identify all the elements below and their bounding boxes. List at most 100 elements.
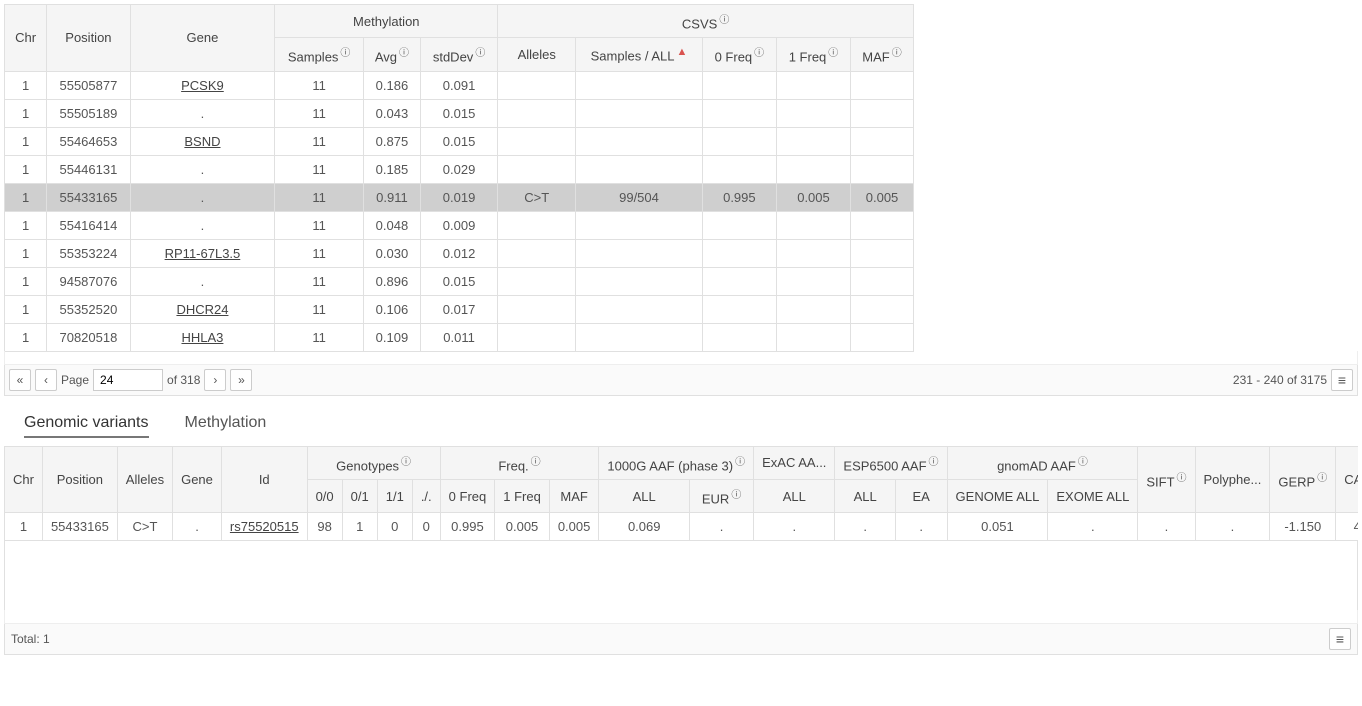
- bcol-gdd[interactable]: ./.: [412, 479, 440, 512]
- bcol-esp-all[interactable]: ALL: [835, 479, 895, 512]
- bottom-footer: Total: 1 ≡: [4, 624, 1358, 655]
- bcol-polyphen[interactable]: Polyphe...: [1195, 446, 1270, 513]
- bcol-f1[interactable]: 1 Freq: [495, 479, 550, 512]
- cell-maf: [851, 295, 914, 323]
- col-chr[interactable]: Chr: [5, 5, 47, 72]
- table-row[interactable]: 1 55433165 C>T . rs75520515 98 1 0 0 0.9…: [5, 513, 1359, 541]
- bcol-g00[interactable]: 0/0: [307, 479, 342, 512]
- bcol-cadd[interactable]: CADD ...: [1336, 446, 1358, 513]
- table-row[interactable]: 155464653BSND110.8750.015: [5, 127, 914, 155]
- col-csvs[interactable]: CSVSⓘ: [498, 5, 914, 38]
- cell-id[interactable]: rs75520515: [221, 513, 307, 541]
- cell-samples-all: [576, 211, 703, 239]
- tab-genomic-variants[interactable]: Genomic variants: [24, 414, 149, 438]
- col-avg[interactable]: Avgⓘ: [363, 38, 420, 71]
- table-row[interactable]: 155446131.110.1850.029: [5, 155, 914, 183]
- bcol-sift[interactable]: SIFTⓘ: [1138, 446, 1195, 513]
- prev-page-button[interactable]: ‹: [35, 369, 57, 391]
- table-row[interactable]: 170820518HHLA3110.1090.011: [5, 323, 914, 351]
- info-icon[interactable]: ⓘ: [1317, 469, 1327, 484]
- info-icon[interactable]: ⓘ: [401, 453, 411, 468]
- bcol-1000g-eur[interactable]: EURⓘ: [690, 479, 754, 512]
- gene-link[interactable]: DHCR24: [176, 302, 228, 317]
- info-icon[interactable]: ⓘ: [719, 11, 729, 26]
- bcol-esp[interactable]: ESP6500 AAFⓘ: [835, 446, 947, 479]
- table-row[interactable]: 155505189.110.0430.015: [5, 99, 914, 127]
- info-icon[interactable]: ⓘ: [754, 44, 764, 59]
- cell-stddev: 0.011: [420, 323, 497, 351]
- info-icon[interactable]: ⓘ: [892, 44, 902, 59]
- gene-link[interactable]: BSND: [184, 134, 220, 149]
- col-1freq[interactable]: 1 Freqⓘ: [776, 38, 850, 71]
- first-page-button[interactable]: «: [9, 369, 31, 391]
- info-icon[interactable]: ⓘ: [929, 453, 939, 468]
- info-icon[interactable]: ⓘ: [731, 486, 741, 501]
- col-position[interactable]: Position: [47, 5, 130, 72]
- info-icon[interactable]: ⓘ: [531, 453, 541, 468]
- info-icon[interactable]: ⓘ: [1177, 469, 1187, 484]
- table-row[interactable]: 155416414.110.0480.009: [5, 211, 914, 239]
- info-icon[interactable]: ⓘ: [828, 44, 838, 59]
- col-gene[interactable]: Gene: [130, 5, 275, 72]
- page-input[interactable]: [93, 369, 163, 391]
- info-icon[interactable]: ⓘ: [340, 44, 350, 59]
- bcol-gnomad[interactable]: gnomAD AAFⓘ: [947, 446, 1138, 479]
- bcol-maf[interactable]: MAF: [549, 479, 599, 512]
- table-row[interactable]: 194587076.110.8960.015: [5, 267, 914, 295]
- esp-label: ESP6500 AAF: [843, 458, 926, 473]
- bcol-position[interactable]: Position: [42, 446, 117, 513]
- table-row[interactable]: 155505877PCSK9110.1860.091: [5, 71, 914, 99]
- cell-1freq: [776, 127, 850, 155]
- col-0freq[interactable]: 0 Freqⓘ: [702, 38, 776, 71]
- info-icon[interactable]: ⓘ: [735, 453, 745, 468]
- bcol-1000g[interactable]: 1000G AAF (phase 3)ⓘ: [599, 446, 754, 479]
- table-menu-button[interactable]: ≡: [1331, 369, 1353, 391]
- bcol-gnomad-genome[interactable]: GENOME ALL: [947, 479, 1048, 512]
- cell-1freq: [776, 267, 850, 295]
- cell-avg: 0.048: [363, 211, 420, 239]
- bcol-f0[interactable]: 0 Freq: [440, 479, 495, 512]
- top-hscrollbar[interactable]: [4, 351, 1358, 365]
- gene-link[interactable]: HHLA3: [181, 330, 223, 345]
- bcol-exac[interactable]: ExAC AA...: [754, 446, 835, 479]
- table-menu-button[interactable]: ≡: [1329, 628, 1351, 650]
- gene-link[interactable]: PCSK9: [181, 78, 224, 93]
- bottom-table-wrap: Chr Position Alleles Gene Id Genotypesⓘ …: [4, 446, 1358, 612]
- bcol-chr[interactable]: Chr: [5, 446, 43, 513]
- rsid-link[interactable]: rs75520515: [230, 519, 299, 534]
- bcol-gene[interactable]: Gene: [173, 446, 222, 513]
- col-samples-all[interactable]: Samples / ALL▲: [576, 38, 703, 71]
- col-stddev[interactable]: stdDevⓘ: [420, 38, 497, 71]
- gene-link[interactable]: RP11-67L3.5: [165, 246, 241, 261]
- bcol-esp-ea[interactable]: EA: [895, 479, 947, 512]
- col-methylation[interactable]: Methylation: [275, 5, 498, 38]
- info-icon[interactable]: ⓘ: [1078, 453, 1088, 468]
- bottom-hscrollbar[interactable]: [4, 610, 1358, 624]
- bcol-g01[interactable]: 0/1: [342, 479, 377, 512]
- col-samples[interactable]: Samplesⓘ: [275, 38, 364, 71]
- tab-methylation[interactable]: Methylation: [185, 414, 267, 438]
- info-icon[interactable]: ⓘ: [475, 44, 485, 59]
- cell-gene: .: [173, 513, 222, 541]
- cell-0freq: [702, 127, 776, 155]
- info-icon[interactable]: ⓘ: [399, 44, 409, 59]
- bcol-exac-all[interactable]: ALL: [754, 479, 835, 512]
- bcol-alleles[interactable]: Alleles: [117, 446, 172, 513]
- top-table-wrap: Chr Position Gene Methylation CSVSⓘ Samp…: [4, 4, 1358, 352]
- col-maf[interactable]: MAFⓘ: [851, 38, 914, 71]
- bcol-id[interactable]: Id: [221, 446, 307, 513]
- col-alleles[interactable]: Alleles: [498, 38, 576, 71]
- table-row[interactable]: 155433165.110.9110.019C>T99/5040.9950.00…: [5, 183, 914, 211]
- cell-alleles: [498, 323, 576, 351]
- table-row[interactable]: 155353224RP11-67L3.5110.0300.012: [5, 239, 914, 267]
- warning-icon[interactable]: ▲: [676, 46, 687, 58]
- table-row[interactable]: 155352520DHCR24110.1060.017: [5, 295, 914, 323]
- bcol-gnomad-exome[interactable]: EXOME ALL: [1048, 479, 1138, 512]
- bcol-freq[interactable]: Freq.ⓘ: [440, 446, 599, 479]
- bcol-1000g-all[interactable]: ALL: [599, 479, 690, 512]
- next-page-button[interactable]: ›: [204, 369, 226, 391]
- bcol-genotypes[interactable]: Genotypesⓘ: [307, 446, 440, 479]
- bcol-g11[interactable]: 1/1: [377, 479, 412, 512]
- bcol-gerp[interactable]: GERPⓘ: [1270, 446, 1336, 513]
- last-page-button[interactable]: »: [230, 369, 252, 391]
